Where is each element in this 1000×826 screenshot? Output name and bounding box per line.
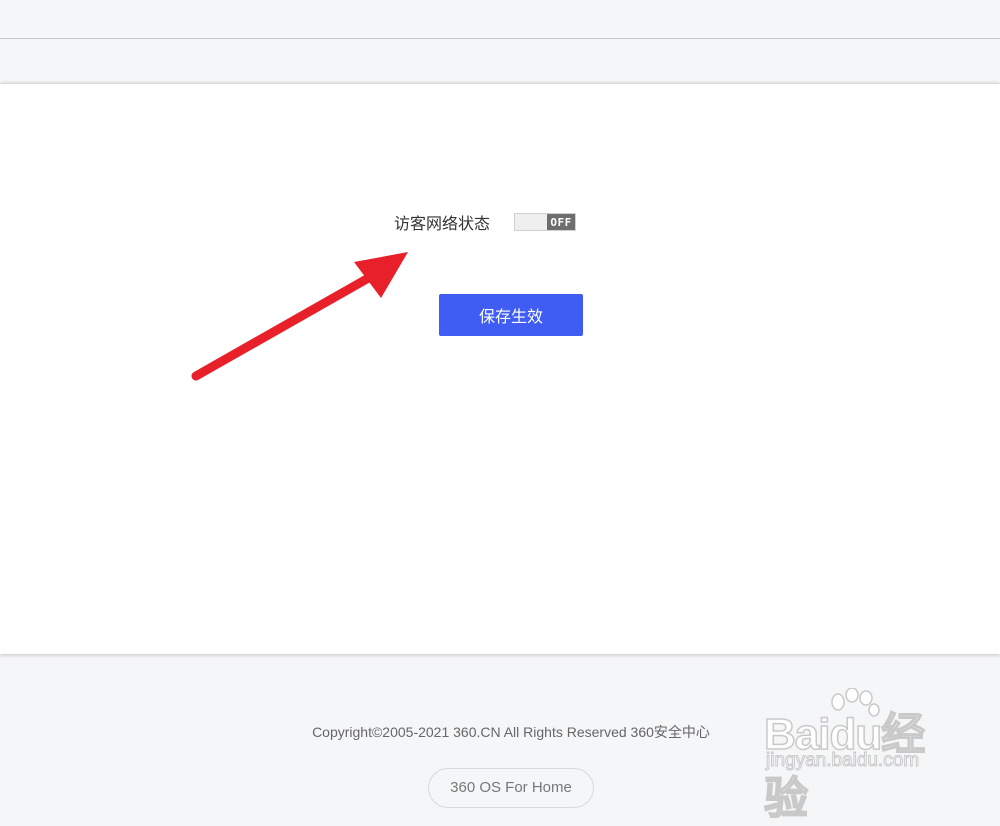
watermark-logo: Baidu经验 — [763, 709, 926, 824]
guest-network-label: 访客网络状态 — [394, 214, 491, 233]
settings-panel — [0, 84, 1000, 654]
save-button[interactable]: 保存生效 — [439, 294, 583, 336]
toggle-state-text: OFF — [547, 214, 576, 230]
toggle-knob — [515, 214, 548, 230]
guest-network-toggle[interactable]: OFF — [514, 213, 577, 231]
header-strip — [0, 39, 1000, 84]
top-bar — [0, 0, 1000, 39]
os-for-home-link[interactable]: 360 OS For Home — [428, 768, 594, 808]
watermark-url: jingyan.baidu.com — [765, 750, 920, 772]
copyright-text: Copyright©2005-2021 360.CN All Rights Re… — [312, 724, 710, 740]
guest-network-row: 访客网络状态 OFF — [394, 208, 577, 236]
